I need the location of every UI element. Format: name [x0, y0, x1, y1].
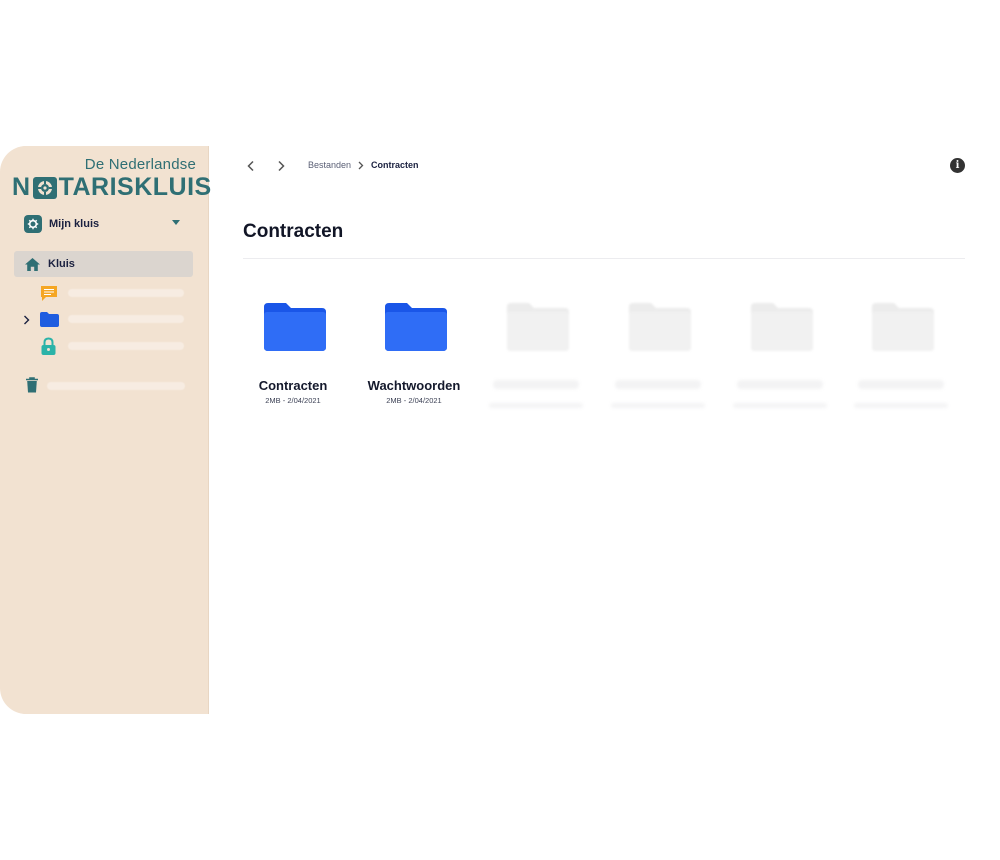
- placeholder-label: [858, 380, 944, 389]
- sidebar-item-kluis[interactable]: Kluis: [14, 251, 193, 277]
- placeholder-label: [68, 289, 184, 297]
- breadcrumb-item-bestanden[interactable]: Bestanden: [308, 160, 351, 170]
- chevron-left-icon: [247, 160, 254, 172]
- chevron-right-icon: [358, 161, 364, 169]
- folder-placeholder: [725, 300, 835, 410]
- folder-icon: [40, 311, 59, 327]
- folder-icon: [872, 303, 934, 351]
- folder-grid: Contracten 2MB - 2/04/2021 Wachtwoorden …: [238, 300, 978, 420]
- folder-icon: [264, 303, 326, 351]
- sidebar: De Nederlandse N TARISKLUIS Mijn kluis K…: [0, 146, 211, 714]
- folder-placeholder: [603, 300, 713, 410]
- brand-logo: De Nederlandse N TARISKLUIS: [12, 156, 211, 206]
- safe-icon: [32, 176, 57, 199]
- brand-name: N TARISKLUIS: [12, 173, 212, 202]
- folder-icon: [507, 303, 569, 351]
- folder-name: Wachtwoorden: [367, 378, 461, 393]
- folder-icon: [385, 303, 447, 351]
- folder-placeholder: [846, 300, 956, 410]
- sidebar-item-passwords[interactable]: [40, 336, 190, 355]
- sidebar-item-files[interactable]: [40, 310, 190, 328]
- caret-down-icon[interactable]: [172, 220, 180, 225]
- chat-icon: [41, 285, 57, 301]
- home-icon: [25, 257, 40, 271]
- breadcrumb: Bestanden Contracten: [308, 160, 419, 170]
- placeholder-label: [737, 380, 823, 389]
- gear-icon: [24, 215, 42, 233]
- folder-icon: [751, 303, 813, 351]
- chevron-right-icon[interactable]: [23, 315, 30, 325]
- placeholder-label: [47, 382, 185, 390]
- divider: [243, 258, 965, 259]
- folder-item-contracten[interactable]: Contracten 2MB - 2/04/2021: [238, 300, 348, 410]
- page-title: Contracten: [243, 221, 344, 242]
- history-nav: [246, 159, 286, 172]
- brand-name-suffix: TARISKLUIS: [58, 173, 212, 201]
- vault-selector-label: Mijn kluis: [49, 218, 100, 230]
- sidebar-item-trash[interactable]: [25, 377, 185, 395]
- folder-item-wachtwoorden[interactable]: Wachtwoorden 2MB - 2/04/2021: [359, 300, 469, 410]
- folder-placeholder: [481, 300, 591, 410]
- info-icon: i: [955, 160, 960, 171]
- folder-meta: 2MB - 2/04/2021: [386, 396, 442, 405]
- sidebar-item-messages[interactable]: [40, 284, 190, 302]
- folder-name: Contracten: [258, 378, 328, 393]
- vault-selector[interactable]: Mijn kluis: [24, 214, 184, 234]
- chevron-right-icon: [278, 160, 285, 172]
- placeholder-label: [615, 380, 701, 389]
- placeholder-label: [733, 403, 827, 408]
- folder-meta: 2MB - 2/04/2021: [265, 396, 321, 405]
- trash-icon: [26, 377, 38, 393]
- forward-button[interactable]: [276, 159, 286, 172]
- placeholder-label: [68, 315, 184, 323]
- back-button[interactable]: [246, 159, 256, 172]
- placeholder-label: [68, 342, 184, 350]
- placeholder-label: [611, 403, 705, 408]
- folder-icon: [629, 303, 691, 351]
- brand-subtitle: De Nederlandse: [84, 156, 196, 173]
- main-content: Bestanden Contracten i Contracten Contra…: [208, 146, 1000, 714]
- app-window: De Nederlandse N TARISKLUIS Mijn kluis K…: [0, 146, 1000, 714]
- info-button[interactable]: i: [950, 158, 965, 173]
- placeholder-label: [489, 403, 583, 408]
- placeholder-label: [493, 380, 579, 389]
- breadcrumb-item-contracten: Contracten: [371, 160, 419, 170]
- placeholder-label: [854, 403, 948, 408]
- lock-icon: [41, 336, 56, 355]
- brand-name-prefix: N: [12, 173, 31, 201]
- sidebar-item-label: Kluis: [48, 258, 75, 270]
